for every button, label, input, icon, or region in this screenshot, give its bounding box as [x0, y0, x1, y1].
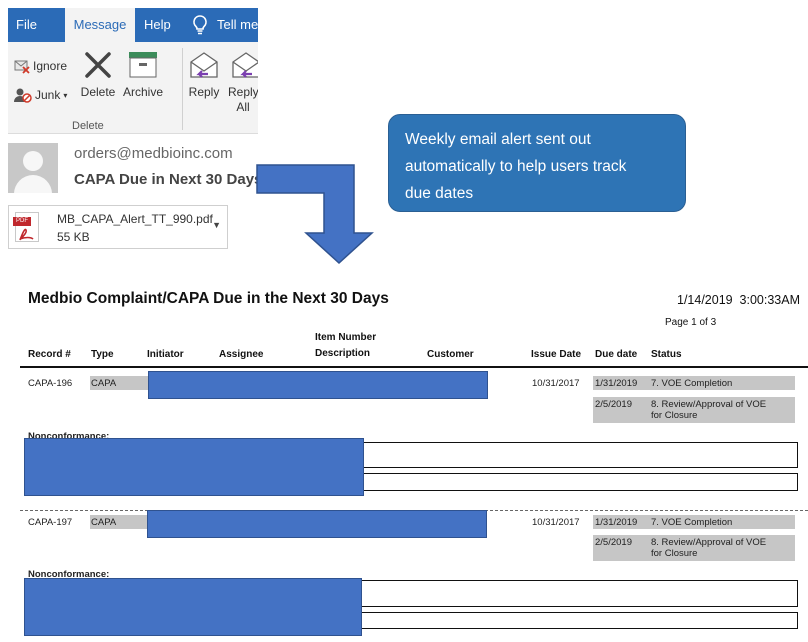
- ribbon: Ignore Junk ▾ Delete Archive Delete Repl…: [8, 42, 258, 134]
- status-line-1: 8. Review/Approval of VOE: [651, 537, 767, 548]
- status: 8. Review/Approval of VOE for Closure: [651, 537, 766, 559]
- attachment-chip[interactable]: PDF MB_CAPA_Alert_TT_990.pdf 55 KB ▼: [8, 205, 228, 249]
- archive-icon: [129, 52, 157, 78]
- attachment-size: 55 KB: [57, 230, 90, 244]
- ribbon-divider: [182, 48, 183, 130]
- ignore-icon: [14, 60, 30, 74]
- status: 7. VOE Completion: [651, 517, 733, 528]
- col-description: Description: [315, 348, 371, 359]
- chevron-down-icon[interactable]: ▼: [212, 220, 221, 230]
- status-line-1: 8. Review/Approval of VOE: [651, 399, 767, 410]
- reply-label: Reply: [188, 85, 220, 99]
- col-type: Type: [91, 349, 114, 360]
- junk-label: Junk: [35, 88, 61, 102]
- reply-button[interactable]: Reply: [186, 50, 222, 99]
- tab-help[interactable]: Help: [144, 8, 180, 42]
- redaction-block: [148, 371, 488, 399]
- delete-button[interactable]: Delete: [80, 50, 116, 99]
- tab-file[interactable]: File: [16, 8, 56, 42]
- col-status: Status: [651, 349, 682, 360]
- flow-arrow: [256, 164, 374, 265]
- reply-all-button[interactable]: Reply All: [228, 50, 258, 115]
- record-number: CAPA-196: [28, 378, 73, 389]
- due-date: 1/31/2019: [595, 517, 638, 528]
- header-rule: [20, 366, 808, 368]
- due-row: 2/5/2019 8. Review/Approval of VOE for C…: [593, 535, 795, 561]
- col-customer: Customer: [427, 349, 474, 360]
- attachment-name: MB_CAPA_Alert_TT_990.pdf: [57, 212, 213, 226]
- tab-message[interactable]: Message: [65, 8, 135, 42]
- callout-line-2: automatically to help users track: [405, 158, 627, 175]
- record-number: CAPA-197: [28, 517, 73, 528]
- col-assignee: Assignee: [219, 349, 264, 360]
- callout-line-1: Weekly email alert sent out: [405, 131, 591, 148]
- status: 7. VOE Completion: [651, 378, 733, 389]
- due-date: 2/5/2019: [595, 399, 632, 410]
- tab-tell-me[interactable]: Tell me: [217, 8, 258, 42]
- report-datetime: 1/14/2019 3:00:33AM: [677, 293, 801, 307]
- message-subject: CAPA Due in Next 30 Days: [74, 171, 263, 188]
- status-line-2: for Closure: [651, 410, 698, 421]
- col-item-number: Item Number: [315, 332, 377, 343]
- report-title: Medbio Complaint/CAPA Due in the Next 30…: [28, 290, 389, 307]
- issue-date: 10/31/2017: [532, 517, 580, 528]
- delete-x-icon: [85, 52, 111, 78]
- col-due-date: Due date: [595, 349, 638, 360]
- status: 8. Review/Approval of VOE for Closure: [651, 399, 766, 421]
- ignore-label: Ignore: [33, 59, 68, 73]
- avatar-head: [23, 151, 43, 171]
- col-initiator: Initiator: [147, 349, 184, 360]
- redaction-block: [147, 510, 487, 538]
- status-line-2: for Closure: [651, 548, 698, 559]
- avatar-shoulders: [14, 175, 52, 193]
- callout-box: Weekly email alert sent out automaticall…: [388, 114, 686, 212]
- due-row: 1/31/2019 7. VOE Completion: [593, 515, 795, 529]
- junk-button[interactable]: Junk ▾: [14, 87, 67, 103]
- delete-label: Delete: [80, 85, 116, 99]
- chevron-down-icon: ▾: [63, 90, 68, 100]
- lightbulb-icon: [192, 8, 214, 42]
- archive-label: Archive: [122, 85, 163, 99]
- col-issue-date: Issue Date: [531, 349, 582, 360]
- redaction-block: [24, 578, 362, 636]
- ignore-button[interactable]: Ignore: [14, 58, 67, 74]
- archive-button[interactable]: Archive: [122, 50, 164, 99]
- report-page-number: Page 1 of 3: [665, 317, 717, 328]
- ribbon-tab-bar: File Message Help Tell me: [8, 8, 258, 42]
- reply-icon: [190, 52, 218, 78]
- acrobat-swirl: [19, 228, 34, 241]
- due-date: 1/31/2019: [595, 378, 638, 389]
- pdf-icon: PDF: [13, 212, 39, 242]
- delete-group-label: Delete: [72, 120, 104, 132]
- reply-all-label: Reply All: [228, 85, 258, 115]
- reply-all-icon: [232, 52, 258, 78]
- due-row: 2/5/2019 8. Review/Approval of VOE for C…: [593, 397, 795, 423]
- callout-line-3: due dates: [405, 185, 474, 202]
- col-record: Record #: [28, 349, 71, 360]
- due-date: 2/5/2019: [595, 537, 632, 548]
- pdf-icon-label: PDF: [13, 217, 31, 226]
- sender-address: orders@medbioinc.com: [74, 145, 233, 162]
- record-type: CAPA: [90, 376, 148, 390]
- reply-all-label-line1: Reply: [228, 85, 258, 99]
- due-row: 1/31/2019 7. VOE Completion: [593, 376, 795, 390]
- issue-date: 10/31/2017: [532, 378, 580, 389]
- redaction-block: [24, 438, 364, 496]
- junk-icon: [14, 88, 32, 103]
- record-type: CAPA: [90, 515, 148, 529]
- avatar: [8, 143, 58, 193]
- reply-all-label-line2: All: [236, 100, 250, 114]
